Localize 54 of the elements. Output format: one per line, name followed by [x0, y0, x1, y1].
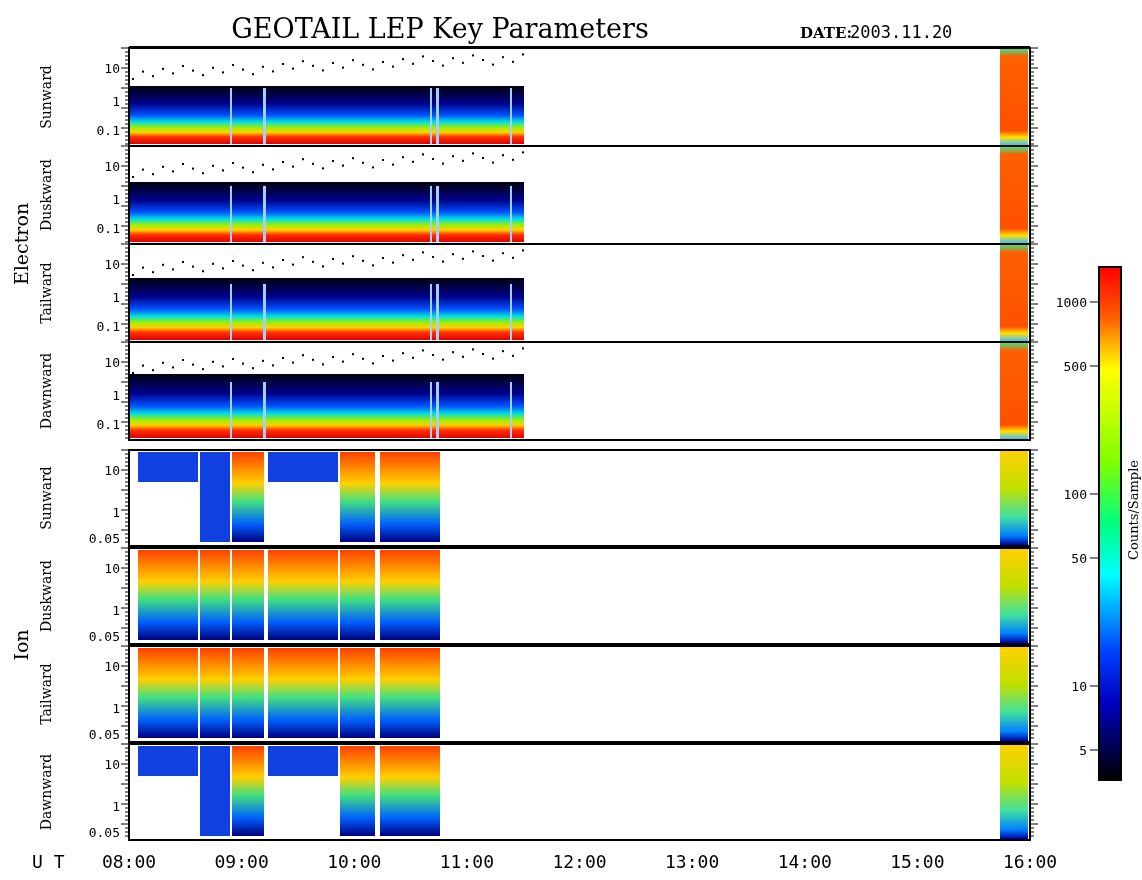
- y-tick-label: 1: [112, 603, 120, 618]
- y-tick-label: 1: [112, 505, 120, 520]
- plot-title: GEOTAIL LEP Key Parameters: [231, 13, 649, 44]
- y-tick-label: 0.1: [96, 123, 120, 138]
- panel-label: Dawnward: [38, 352, 54, 430]
- panel-label: Dawnward: [38, 753, 54, 831]
- y-tick-label: 0.05: [88, 825, 120, 840]
- y-tick-label: 10: [104, 257, 120, 272]
- x-tick-label: 11:00: [439, 851, 494, 872]
- y-tick-label: 0.05: [88, 629, 120, 644]
- panel-label: Duskward: [38, 159, 54, 231]
- x-tick-label: 13:00: [665, 851, 720, 872]
- colorbar-tick-label: 5: [1079, 743, 1087, 758]
- colorbar-tick-label: 50: [1071, 551, 1087, 566]
- y-tick-label: 10: [104, 463, 120, 478]
- colorbar-tick-label: 1000: [1055, 295, 1087, 310]
- panel-label: Duskward: [38, 560, 54, 632]
- x-tick-label: 09:00: [214, 851, 269, 872]
- y-tick-label: 1: [112, 799, 120, 814]
- x-tick-label: 15:00: [890, 851, 945, 872]
- colorbar-tick-label: 10: [1071, 679, 1087, 694]
- y-tick-label: 0.05: [88, 727, 120, 742]
- panel-label: Tailward: [38, 262, 54, 324]
- y-tick-label: 1: [112, 388, 120, 403]
- y-tick-label: 10: [104, 757, 120, 772]
- colorbar-tick-label: 500: [1063, 359, 1087, 374]
- group-label: Electron: [10, 202, 32, 286]
- y-tick-label: 10: [104, 61, 120, 76]
- x-tick-label: 16:00: [1002, 851, 1058, 872]
- x-axis-label: U T: [32, 851, 65, 872]
- y-tick-label: 0.1: [96, 221, 120, 236]
- y-tick-label: 1: [112, 192, 120, 207]
- y-tick-label: 0.1: [96, 417, 120, 432]
- y-tick-label: 1: [112, 290, 120, 305]
- panel-label: Tailward: [38, 663, 54, 725]
- y-tick-label: 1: [112, 701, 120, 716]
- x-tick-label: 14:00: [777, 851, 832, 872]
- panel-label: Sunward: [38, 65, 54, 129]
- y-tick-label: 10: [104, 561, 120, 576]
- group-label: Ion: [10, 629, 32, 661]
- y-tick-label: 10: [104, 355, 120, 370]
- y-tick-label: 10: [104, 659, 120, 674]
- y-tick-label: 0.05: [88, 531, 120, 546]
- y-tick-label: 10: [104, 159, 120, 174]
- date-label: DATE:: [800, 24, 852, 42]
- panel-label: Sunward: [38, 466, 54, 530]
- colorbar-tick-label: 100: [1063, 487, 1087, 502]
- date-value: 2003.11.20: [850, 22, 953, 42]
- x-tick-label: 12:00: [552, 851, 607, 872]
- x-tick-label: 08:00: [101, 851, 157, 872]
- y-tick-label: 0.1: [96, 319, 120, 334]
- x-tick-label: 10:00: [327, 851, 382, 872]
- y-tick-label: 1: [112, 94, 120, 109]
- colorbar-label: Counts/Sample: [1126, 460, 1141, 560]
